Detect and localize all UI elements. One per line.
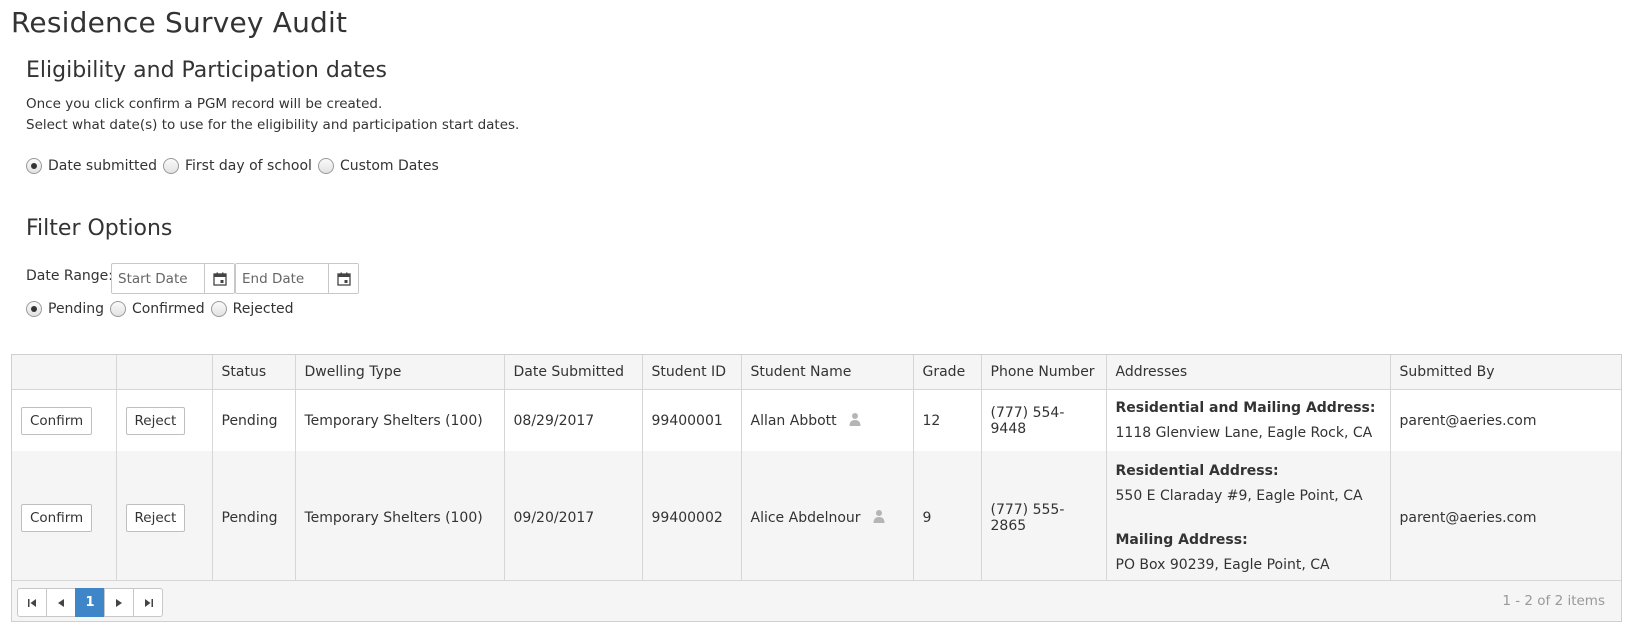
- phone-number-cell: (777) 555-2865: [981, 451, 1107, 585]
- date-submitted-cell: 08/29/2017: [504, 389, 643, 451]
- column-header-status[interactable]: Status: [212, 355, 296, 390]
- last-page-button[interactable]: [133, 588, 163, 617]
- date-submitted-label[interactable]: Date submitted: [48, 158, 157, 174]
- confirmed-radio[interactable]: [109, 301, 126, 317]
- date-submitted-cell: 09/20/2017: [504, 451, 643, 585]
- grade-cell: 12: [913, 389, 982, 451]
- calendar-icon: [336, 272, 351, 286]
- first-day-of-school-radio[interactable]: [162, 158, 179, 174]
- student-name-cell: Alice Abdelnour: [741, 451, 914, 585]
- column-header-submitted-by[interactable]: Submitted By: [1390, 355, 1621, 390]
- table-row: Confirm Reject Pending Temporary Shelter…: [12, 389, 1621, 451]
- first-page-icon: [27, 598, 36, 607]
- calendar-icon: [212, 272, 227, 286]
- confirm-button[interactable]: Confirm: [21, 504, 93, 532]
- dwelling-type-cell: Temporary Shelters (100): [295, 451, 505, 585]
- table-header-row: Status Dwelling Type Date Submitted Stud…: [12, 355, 1621, 390]
- address-heading: Residential and Mailing Address:: [1115, 399, 1376, 416]
- status-filter-options: Pending Confirmed Rejected: [26, 301, 300, 317]
- reject-button[interactable]: Reject: [125, 406, 186, 435]
- person-icon[interactable]: [873, 509, 885, 527]
- column-header-reject: [116, 355, 213, 390]
- next-page-icon: [116, 598, 122, 607]
- address-line: 1118 Glenview Lane, Eagle Rock, CA: [1115, 424, 1373, 441]
- student-id-cell: 99400001: [642, 389, 742, 451]
- address-line: PO Box 90239, Eagle Point, CA: [1115, 556, 1330, 573]
- phone-number-cell: (777) 554-9448: [981, 389, 1107, 451]
- person-icon[interactable]: [849, 412, 861, 430]
- pager-info: 1 - 2 of 2 items: [1502, 593, 1605, 609]
- person-silhouette: [849, 412, 861, 426]
- reject-button[interactable]: Reject: [125, 504, 186, 532]
- person-silhouette: [873, 510, 885, 523]
- first-day-of-school-label[interactable]: First day of school: [185, 158, 312, 174]
- start-date-calendar-button[interactable]: [204, 264, 234, 293]
- addresses-cell: Residential Address: 550 E Claraday #9, …: [1106, 451, 1391, 585]
- end-date-calendar-button[interactable]: [328, 264, 358, 293]
- last-page-icon: [144, 598, 153, 607]
- column-header-phone-number[interactable]: Phone Number: [981, 355, 1107, 390]
- student-name: Allan Abbott: [750, 412, 837, 429]
- eligibility-date-options: Date submitted First day of school Custo…: [26, 158, 445, 174]
- pager: 1: [17, 588, 163, 617]
- confirmed-label[interactable]: Confirmed: [132, 301, 205, 317]
- address-spacer: [1116, 509, 1381, 528]
- reject-cell: Reject: [116, 389, 213, 451]
- student-id-cell: 99400002: [642, 451, 742, 585]
- column-header-date-submitted[interactable]: Date Submitted: [504, 355, 643, 390]
- submitted-by-cell: parent@aeries.com: [1390, 451, 1621, 585]
- address-heading: Residential Address:: [1115, 462, 1279, 479]
- survey-grid: Status Dwelling Type Date Submitted Stud…: [11, 354, 1622, 622]
- submitted-by-cell: parent@aeries.com: [1390, 389, 1621, 451]
- grade-cell: 9: [913, 451, 982, 585]
- status-cell: Pending: [212, 451, 296, 585]
- date-submitted-radio[interactable]: [26, 158, 42, 174]
- table-row: Confirm Reject Pending Temporary Shelter…: [12, 451, 1621, 585]
- eligibility-section-title: Eligibility and Participation dates: [26, 58, 387, 83]
- custom-dates-radio[interactable]: [317, 158, 334, 174]
- pending-radio[interactable]: [26, 301, 42, 317]
- start-date-picker: [111, 263, 235, 294]
- previous-page-button[interactable]: [46, 588, 76, 617]
- next-page-button[interactable]: [104, 588, 134, 617]
- confirm-button[interactable]: Confirm: [21, 406, 93, 435]
- address-heading: Mailing Address:: [1115, 531, 1248, 548]
- reject-cell: Reject: [116, 451, 213, 585]
- end-date-picker: [235, 263, 359, 294]
- student-name: Alice Abdelnour: [750, 510, 861, 526]
- confirm-cell: Confirm: [12, 389, 117, 451]
- end-date-input[interactable]: [236, 264, 328, 293]
- rejected-radio[interactable]: [210, 301, 227, 317]
- dwelling-type-cell: Temporary Shelters (100): [295, 389, 505, 451]
- column-header-grade[interactable]: Grade: [913, 355, 982, 390]
- pager-bar: 1 1 - 2 of 2 items: [12, 580, 1621, 621]
- column-header-addresses[interactable]: Addresses: [1106, 355, 1391, 390]
- pending-label[interactable]: Pending: [48, 301, 104, 317]
- page-title: Residence Survey Audit: [11, 6, 348, 39]
- date-range-label: Date Range:: [26, 268, 114, 284]
- column-header-confirm: [12, 355, 117, 390]
- rejected-label[interactable]: Rejected: [233, 301, 294, 317]
- survey-table: Status Dwelling Type Date Submitted Stud…: [12, 355, 1621, 585]
- eligibility-info-line-1: Once you click confirm a PGM record will…: [26, 96, 383, 112]
- page-button-current[interactable]: 1: [75, 588, 105, 617]
- column-header-student-id[interactable]: Student ID: [642, 355, 742, 390]
- status-cell: Pending: [212, 389, 296, 451]
- custom-dates-label[interactable]: Custom Dates: [340, 158, 439, 174]
- addresses-cell: Residential and Mailing Address: 1118 Gl…: [1106, 389, 1391, 451]
- confirm-cell: Confirm: [12, 451, 117, 585]
- filter-section-title: Filter Options: [26, 216, 173, 241]
- start-date-input[interactable]: [112, 264, 204, 293]
- address-line: 550 E Claraday #9, Eagle Point, CA: [1115, 487, 1363, 504]
- eligibility-info-line-2: Select what date(s) to use for the eligi…: [26, 117, 520, 133]
- first-page-button[interactable]: [17, 588, 47, 617]
- student-name-cell: Allan Abbott: [741, 389, 914, 451]
- previous-page-icon: [58, 598, 64, 607]
- column-header-student-name[interactable]: Student Name: [741, 355, 914, 390]
- column-header-dwelling-type[interactable]: Dwelling Type: [295, 355, 505, 390]
